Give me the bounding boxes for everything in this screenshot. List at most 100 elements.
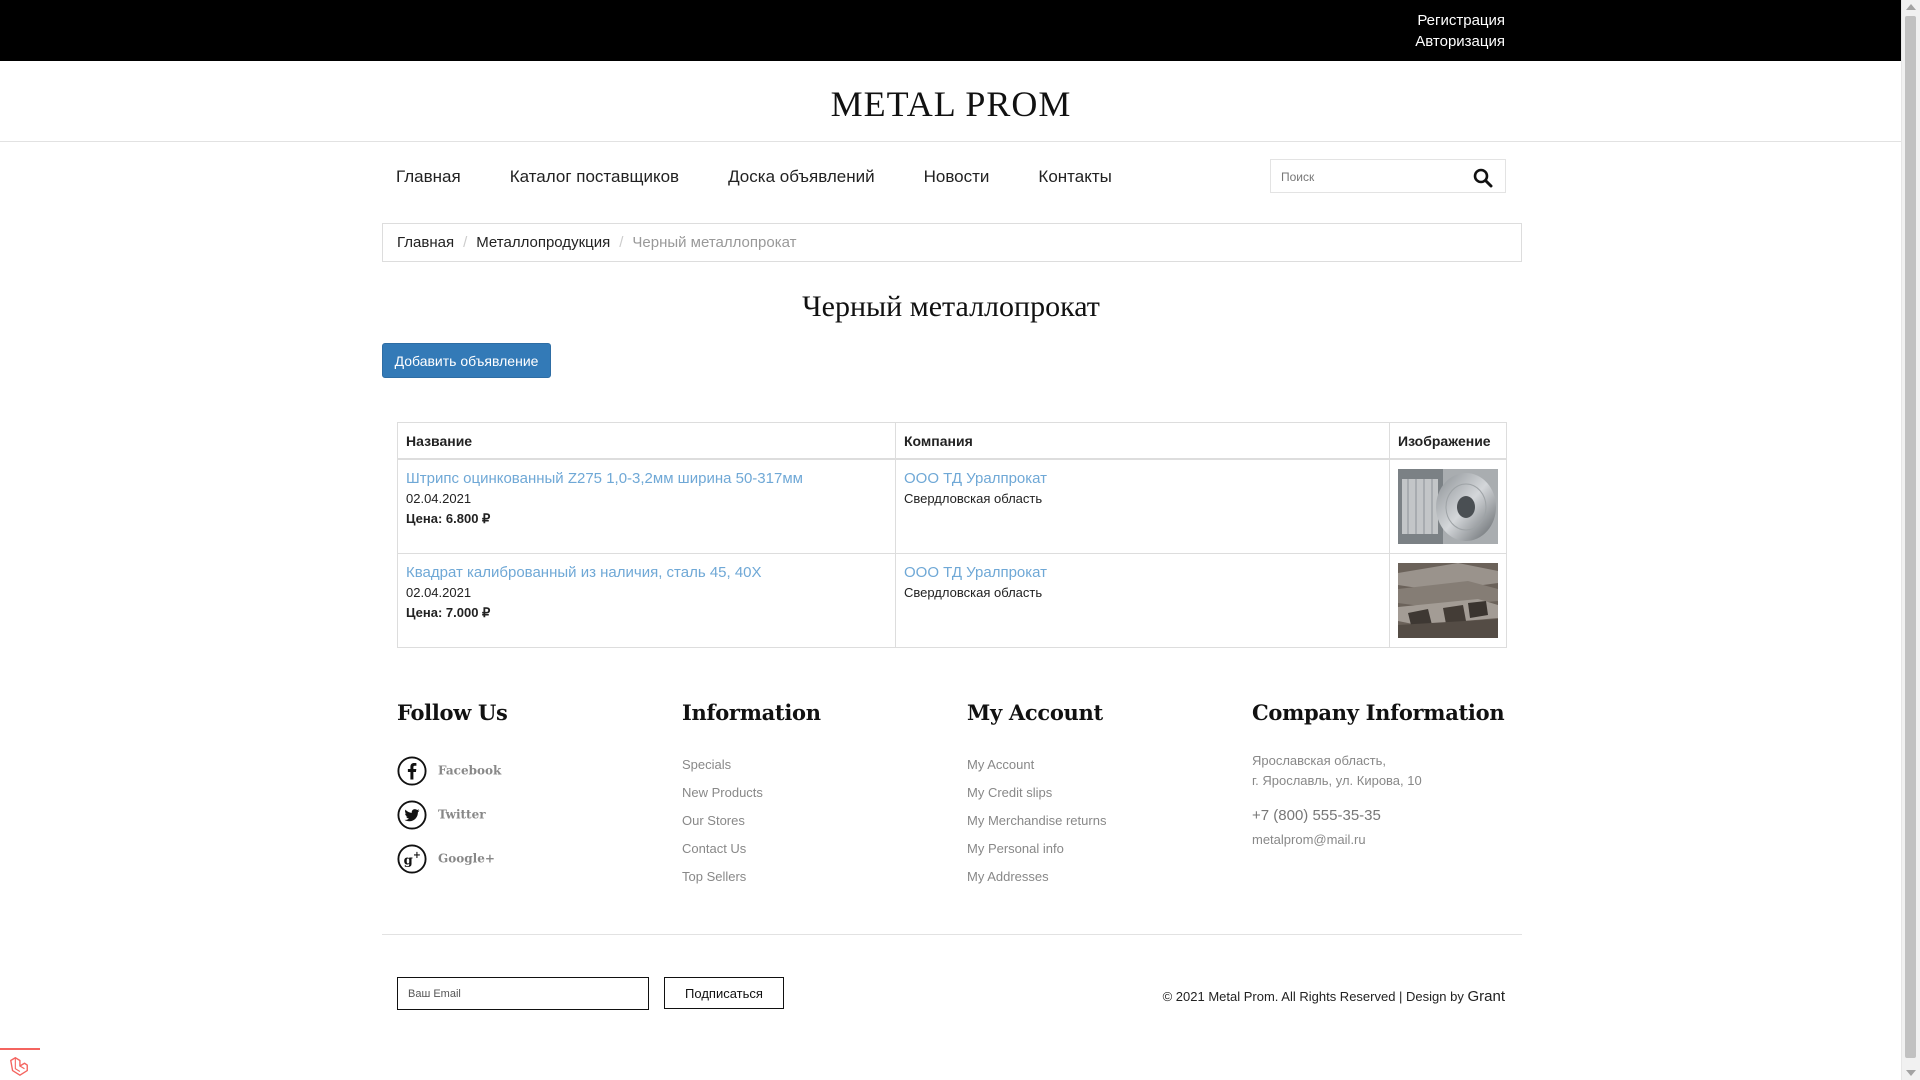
footer-link: My Personal info — [967, 835, 1106, 863]
main-nav: Главная Каталог поставщиков Доска объявл… — [396, 164, 1161, 190]
footer-link-credit-slips[interactable]: My Credit slips — [967, 785, 1052, 800]
footer-divider — [382, 934, 1522, 935]
galvanized-coil-image[interactable] — [1398, 469, 1498, 544]
company-address-line2: г. Ярославль, ул. Кирова, 10 — [1252, 773, 1422, 788]
table-header-row: Название Компания Изображение — [397, 422, 1507, 460]
subscribe-email-input[interactable] — [397, 977, 649, 1010]
search-box — [1270, 159, 1506, 193]
company-cell: ООО ТД Уралпрокат Свердловская область — [895, 458, 1390, 554]
company-region: Свердловская область — [904, 585, 1043, 600]
social-item-twitter[interactable]: Twitter — [397, 797, 508, 841]
laravel-icon[interactable] — [8, 1055, 30, 1077]
search-icon[interactable] — [1473, 168, 1493, 188]
breadcrumb-home[interactable]: Главная — [397, 234, 454, 251]
register-link[interactable]: Регистрация — [1415, 10, 1505, 31]
footer-link: Specials — [682, 751, 821, 779]
information-links: Specials New Products Our Stores Contact… — [682, 751, 821, 891]
nav-item-news[interactable]: Новости — [924, 164, 990, 190]
scroll-up-arrow-icon[interactable] — [1906, 4, 1916, 10]
scroll-down-arrow-icon[interactable] — [1906, 1070, 1916, 1076]
svg-text:+: + — [413, 850, 421, 861]
brand-header: METAL PROM — [0, 61, 1902, 142]
scrollbar-thumb[interactable] — [1905, 16, 1916, 1058]
company-cell: ООО ТД Уралпрокат Свердловская область — [895, 553, 1390, 648]
footer-link-addresses[interactable]: My Addresses — [967, 869, 1049, 884]
breadcrumb-separator: / — [463, 234, 468, 251]
nav-item-home[interactable]: Главная — [396, 164, 461, 190]
company-info: Ярославская область, г. Ярославль, ул. К… — [1252, 751, 1504, 850]
listing-date: 02.04.2021 — [406, 585, 472, 600]
nav-item-board[interactable]: Доска объявлений — [728, 164, 875, 190]
twitter-icon[interactable] — [397, 800, 427, 830]
steel-square-bars-image[interactable] — [1398, 563, 1498, 638]
footer-information: Information Specials New Products Our St… — [682, 700, 821, 891]
footer-link-new-products[interactable]: New Products — [682, 785, 763, 800]
footer-link: Contact Us — [682, 835, 821, 863]
listing-title-link[interactable]: Квадрат калиброванный из наличия, сталь … — [406, 564, 762, 581]
svg-text:g: g — [404, 853, 413, 868]
footer-company-title: Company Information — [1252, 700, 1505, 725]
footer-link-top-sellers[interactable]: Top Sellers — [682, 869, 746, 884]
copyright: © 2021 Metal Prom. All Rights Reserved |… — [1163, 988, 1505, 1005]
footer-link: New Products — [682, 779, 821, 807]
facebook-label[interactable]: Facebook — [438, 764, 501, 778]
search-input[interactable] — [1279, 167, 1463, 187]
listing-price: Цена: 6.800 ₽ — [406, 511, 491, 526]
company-address-line1: Ярославская область, — [1252, 753, 1387, 768]
image-cell — [1389, 553, 1507, 648]
nav-item-suppliers[interactable]: Каталог поставщиков — [510, 164, 679, 190]
subscribe-button[interactable]: Подписаться — [664, 977, 784, 1009]
login-link[interactable]: Авторизация — [1415, 31, 1505, 52]
add-listing-button[interactable]: Добавить объявление — [382, 343, 551, 378]
footer-link-merchandise-returns[interactable]: My Merchandise returns — [967, 813, 1106, 828]
top-bar: Регистрация Авторизация — [0, 0, 1902, 61]
breadcrumb-separator: / — [619, 234, 624, 251]
debugbar-badge[interactable] — [0, 1048, 40, 1080]
twitter-label[interactable]: Twitter — [438, 808, 486, 822]
listing-cell: Штрипс оцинкованный Z275 1,0-3,2мм ширин… — [397, 458, 896, 554]
company-link[interactable]: ООО ТД Уралпрокат — [904, 470, 1047, 487]
table-row: Квадрат калиброванный из наличия, сталь … — [397, 553, 1507, 648]
footer-follow: Follow Us Facebook Twitter g + Google+ — [397, 700, 508, 885]
social-item-facebook[interactable]: Facebook — [397, 753, 508, 797]
footer-link: Top Sellers — [682, 863, 821, 891]
column-header-company: Компания — [895, 422, 1390, 460]
breadcrumb-section[interactable]: Металлопродукция — [476, 234, 610, 251]
column-header-image: Изображение — [1389, 422, 1507, 460]
footer-link-my-account[interactable]: My Account — [967, 757, 1034, 772]
listing-cell: Квадрат калиброванный из наличия, сталь … — [397, 553, 896, 648]
nav-item-contacts[interactable]: Контакты — [1038, 164, 1111, 190]
footer-link: My Merchandise returns — [967, 807, 1106, 835]
footer-link-our-stores[interactable]: Our Stores — [682, 813, 745, 828]
page-title: Черный металлопрокат — [802, 290, 1100, 323]
footer-link-personal-info[interactable]: My Personal info — [967, 841, 1064, 856]
auth-links: Регистрация Авторизация — [1415, 10, 1505, 52]
footer-company: Company Information Ярославская область,… — [1252, 700, 1505, 850]
social-item-googleplus[interactable]: g + Google+ — [397, 841, 508, 885]
designer-link[interactable]: Grant — [1467, 988, 1505, 1005]
company-link[interactable]: ООО ТД Уралпрокат — [904, 564, 1047, 581]
footer-link: My Addresses — [967, 863, 1106, 891]
footer-account: My Account My Account My Credit slips My… — [967, 700, 1106, 891]
company-phone: +7 (800) 555-35-35 — [1252, 807, 1381, 824]
image-cell — [1389, 458, 1507, 554]
listing-title-link[interactable]: Штрипс оцинкованный Z275 1,0-3,2мм ширин… — [406, 470, 803, 487]
footer-link: My Account — [967, 751, 1106, 779]
vertical-scrollbar[interactable] — [1901, 0, 1920, 1080]
footer-link-contact-us[interactable]: Contact Us — [682, 841, 746, 856]
footer-link: My Credit slips — [967, 779, 1106, 807]
page: Регистрация Авторизация METAL PROM Главн… — [0, 0, 1902, 1080]
footer-follow-title: Follow Us — [397, 700, 508, 725]
footer-link-specials[interactable]: Specials — [682, 757, 731, 772]
facebook-icon[interactable] — [397, 756, 427, 786]
listing-date: 02.04.2021 — [406, 491, 472, 506]
google-plus-icon[interactable]: g + — [397, 844, 427, 874]
footer-link: Our Stores — [682, 807, 821, 835]
breadcrumb-current: Черный металлопрокат — [632, 234, 797, 251]
account-links: My Account My Credit slips My Merchandis… — [967, 751, 1106, 891]
social-links: Facebook Twitter g + Google+ — [397, 753, 508, 885]
column-header-title: Название — [397, 422, 896, 460]
googleplus-label[interactable]: Google+ — [438, 852, 495, 866]
footer-information-title: Information — [682, 700, 821, 725]
site-logo[interactable]: METAL PROM — [0, 83, 1902, 125]
